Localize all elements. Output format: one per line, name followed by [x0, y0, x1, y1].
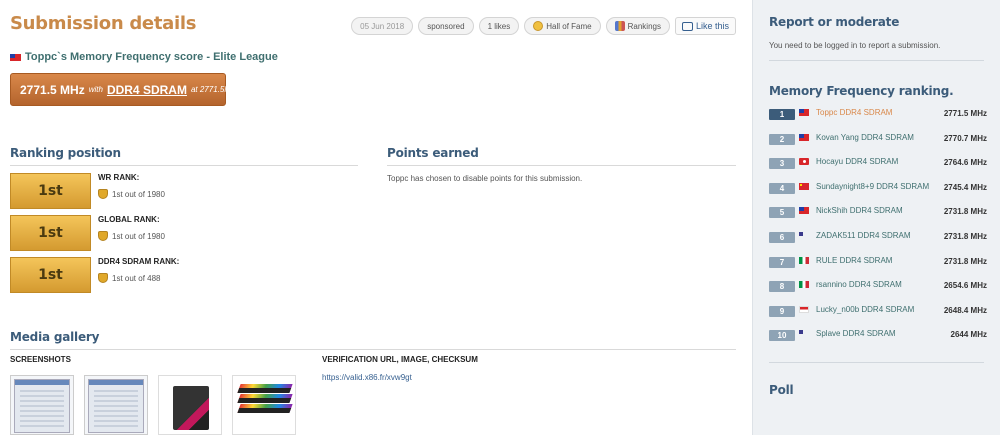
- rank-detail: 1st out of 1980: [98, 189, 165, 199]
- ranking-heading: Memory Frequency ranking.: [769, 84, 954, 98]
- ranking-name[interactable]: Sundaynight8+9 DDR4 SDRAM: [799, 182, 931, 192]
- ranking-position: 10: [769, 330, 795, 342]
- ranking-position: 8: [769, 281, 795, 293]
- ranking-value: 2764.6 MHz: [943, 158, 987, 168]
- hardware-rank-block: 1st DDR4 SDRAM RANK: 1st out of 488: [10, 257, 358, 293]
- ranking-name[interactable]: NickShih DDR4 SDRAM: [799, 206, 931, 216]
- ranking-name[interactable]: Kovan Yang DDR4 SDRAM: [799, 133, 931, 143]
- with-label: with: [88, 85, 103, 94]
- ranking-value: 2731.8 MHz: [943, 231, 987, 241]
- ranking-name[interactable]: rsannino DDR4 SDRAM: [799, 280, 931, 290]
- ranking-value: 2644 MHz: [950, 330, 987, 340]
- ranking-position: 6: [769, 231, 795, 243]
- divider: [769, 60, 984, 61]
- rank-badge: 1st: [10, 215, 91, 251]
- ranking-value: 2770.7 MHz: [943, 133, 987, 143]
- report-heading: Report or moderate: [769, 15, 900, 29]
- taiwan-flag-icon: [10, 53, 21, 61]
- trophy-icon: [98, 273, 108, 283]
- rank-detail: 1st out of 488: [98, 273, 160, 283]
- wr-rank-block: 1st WR RANK: 1st out of 1980: [10, 173, 358, 209]
- bar-chart-icon: [614, 21, 625, 31]
- ranking-position: 2: [769, 133, 795, 145]
- ranking-name[interactable]: Toppc DDR4 SDRAM: [799, 108, 931, 118]
- ranking-value: 2654.6 MHz: [943, 281, 987, 291]
- frequency-label: at 2771.5MHz: [190, 85, 241, 94]
- ranking-value: 2648.4 MHz: [943, 305, 987, 315]
- ranking-name[interactable]: Lucky_n00b DDR4 SDRAM: [799, 305, 931, 315]
- submission-heading: Toppc`s Memory Frequency score - Elite L…: [10, 51, 278, 63]
- ranking-value: 2731.8 MHz: [943, 256, 987, 266]
- divider: [769, 362, 984, 363]
- hall-of-fame-button[interactable]: Hall of Fame: [524, 17, 601, 35]
- sponsored-badge[interactable]: sponsored: [418, 17, 474, 35]
- screenshots-label: SCREENSHOTS: [10, 355, 71, 364]
- memory-link[interactable]: DDR4 SDRAM: [107, 83, 187, 97]
- report-text: You need to be logged in to report a sub…: [769, 41, 941, 50]
- ranking-row[interactable]: 9 Lucky_n00b DDR4 SDRAM 2648.4 MHz: [769, 305, 987, 330]
- trophy-icon: [98, 189, 108, 199]
- ranking-row[interactable]: 8 rsannino DDR4 SDRAM 2654.6 MHz: [769, 280, 987, 305]
- motherboard-photo-thumbnail[interactable]: [158, 375, 222, 435]
- ranking-row[interactable]: 6 ZADAK511 DDR4 SDRAM 2731.8 MHz: [769, 231, 987, 256]
- ranking-row[interactable]: 7 RULE DDR4 SDRAM 2731.8 MHz: [769, 256, 987, 281]
- ranking-value: 2771.5 MHz: [943, 109, 987, 118]
- rank-label: DDR4 SDRAM RANK:: [98, 257, 180, 266]
- ranking-name[interactable]: Splave DDR4 SDRAM: [799, 329, 931, 339]
- ranking-row[interactable]: 5 NickShih DDR4 SDRAM 2731.8 MHz: [769, 206, 987, 231]
- ranking-name[interactable]: RULE DDR4 SDRAM: [799, 256, 931, 266]
- verification-label: VERIFICATION URL, IMAGE, CHECKSUM: [322, 355, 478, 364]
- trophy-icon: [98, 231, 108, 241]
- ranking-position: 1: [769, 109, 795, 120]
- ranking-value: 2745.4 MHz: [943, 182, 987, 192]
- ranking-position-heading: Ranking position: [10, 146, 358, 166]
- ranking-position: 5: [769, 207, 795, 219]
- rank-detail: 1st out of 1980: [98, 231, 165, 241]
- score-result-button[interactable]: 2771.5 MHz with DDR4 SDRAM at 2771.5MHz: [10, 73, 241, 106]
- page-title: Submission details: [10, 13, 197, 34]
- points-text: Toppc has chosen to disable points for t…: [387, 174, 583, 183]
- ranking-position: 4: [769, 182, 795, 194]
- ranking-name[interactable]: Hocayu DDR4 SDRAM: [799, 157, 931, 167]
- verification-url-link[interactable]: https://valid.x86.fr/xvw9gt: [322, 373, 412, 382]
- date-badge: 05 Jun 2018: [351, 17, 414, 35]
- ranking-value: 2731.8 MHz: [943, 207, 987, 217]
- screenshot-thumbnail[interactable]: [10, 375, 74, 435]
- ranking-row[interactable]: 3 Hocayu DDR4 SDRAM 2764.6 MHz: [769, 157, 987, 182]
- submission-heading-text[interactable]: Toppc`s Memory Frequency score - Elite L…: [25, 51, 278, 63]
- rank-label: WR RANK:: [98, 173, 140, 182]
- ranking-position: 9: [769, 305, 795, 317]
- sidebar: Report or moderate You need to be logged…: [752, 0, 1000, 435]
- ranking-row[interactable]: 10 Splave DDR4 SDRAM 2644 MHz: [769, 329, 987, 354]
- rank-label: GLOBAL RANK:: [98, 215, 160, 224]
- ranking-row[interactable]: 1 Toppc DDR4 SDRAM 2771.5 MHz: [769, 108, 987, 133]
- media-gallery-heading: Media gallery: [10, 330, 736, 350]
- main-content: Submission details 05 Jun 2018 sponsored…: [10, 0, 736, 435]
- points-earned-heading: Points earned: [387, 146, 736, 166]
- memory-photo-thumbnail[interactable]: [232, 375, 296, 435]
- frequency-ranking-list: 1 Toppc DDR4 SDRAM 2771.5 MHz 2 Kovan Ya…: [769, 108, 987, 354]
- screenshot-thumbnail[interactable]: [84, 375, 148, 435]
- rank-badge: 1st: [10, 173, 91, 209]
- thumbs-up-icon: [681, 21, 693, 31]
- rank-badge: 1st: [10, 257, 91, 293]
- ranking-position: 3: [769, 158, 795, 170]
- global-rank-block: 1st GLOBAL RANK: 1st out of 1980: [10, 215, 358, 251]
- likes-count[interactable]: 1 likes: [478, 17, 520, 35]
- poll-heading: Poll: [769, 383, 794, 397]
- like-button[interactable]: Like this: [674, 17, 736, 35]
- rankings-button[interactable]: Rankings: [605, 17, 670, 35]
- ranking-name[interactable]: ZADAK511 DDR4 SDRAM: [799, 231, 931, 241]
- ranking-row[interactable]: 2 Kovan Yang DDR4 SDRAM 2770.7 MHz: [769, 133, 987, 158]
- ranking-position: 7: [769, 256, 795, 268]
- screenshot-gallery: [10, 375, 296, 435]
- submission-toolbar: 05 Jun 2018 sponsored 1 likes Hall of Fa…: [351, 17, 736, 35]
- ranking-row[interactable]: 4 Sundaynight8+9 DDR4 SDRAM 2745.4 MHz: [769, 182, 987, 207]
- trophy-icon: [533, 21, 544, 31]
- score-value: 2771.5 MHz: [20, 82, 85, 97]
